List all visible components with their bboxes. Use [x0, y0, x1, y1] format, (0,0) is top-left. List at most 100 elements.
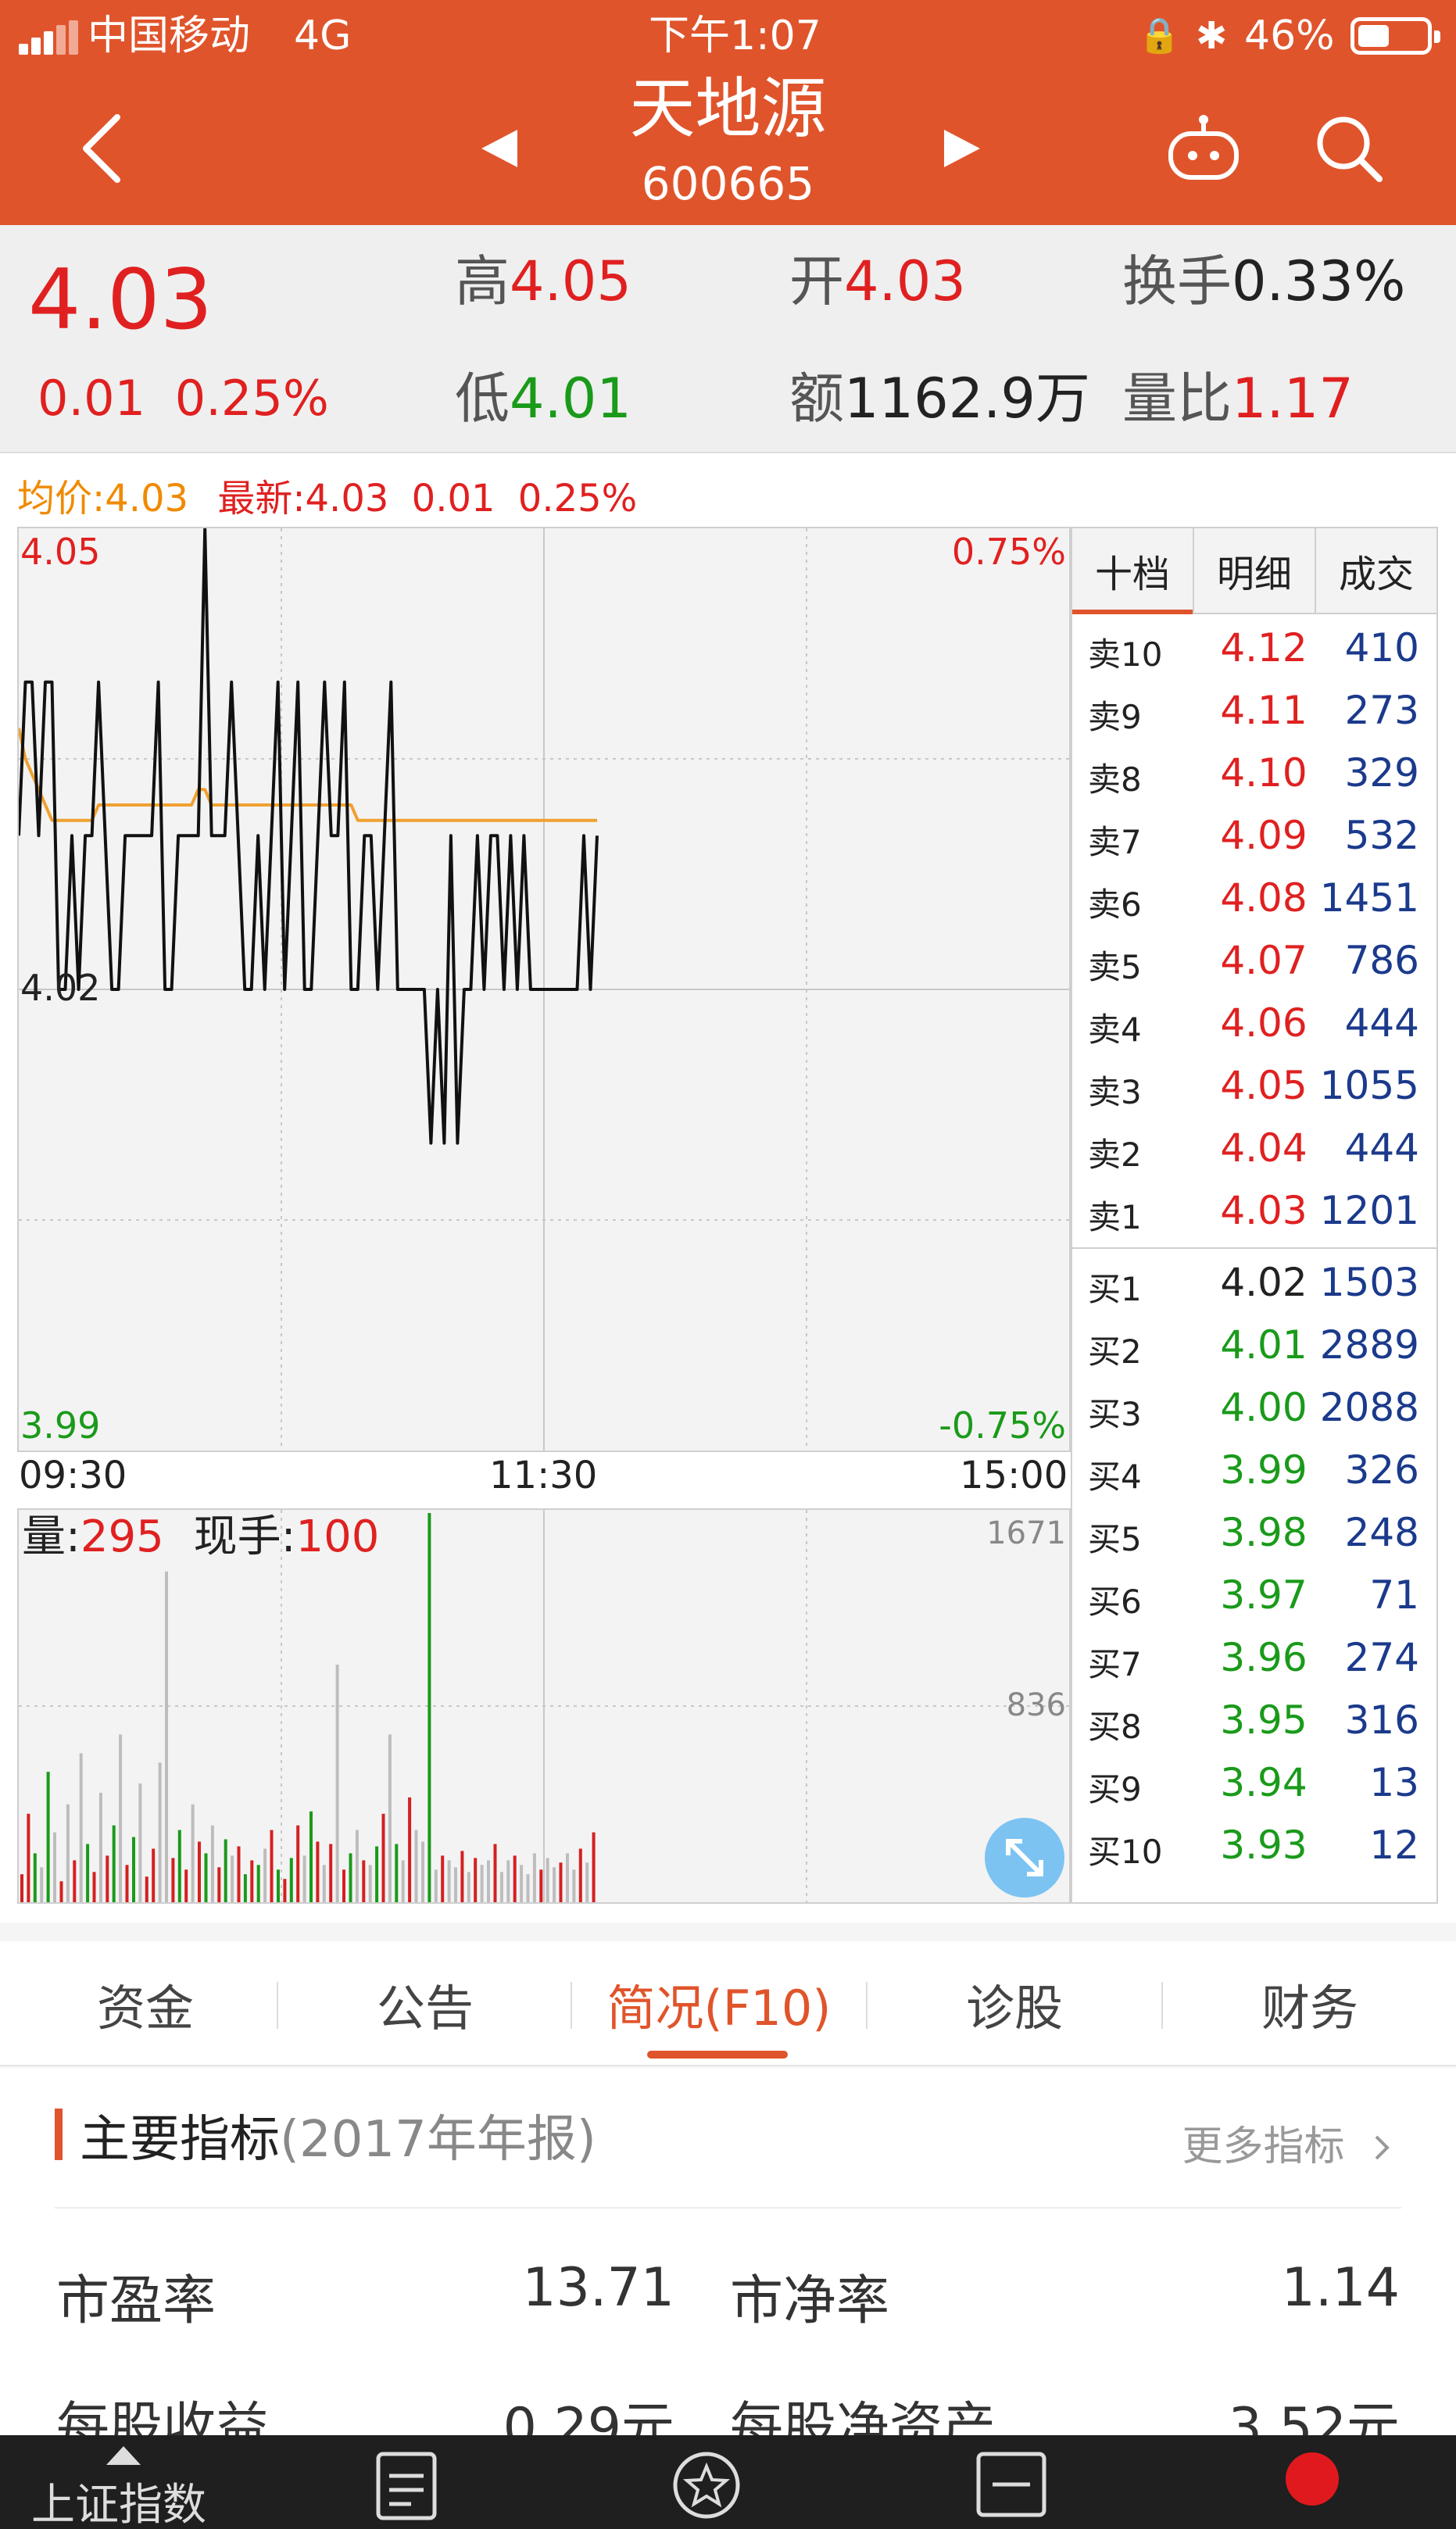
bid-row[interactable]: 买9 3.94 13: [1072, 1755, 1436, 1818]
bid-price: 4.00: [1220, 1385, 1308, 1430]
minus-button[interactable]: [969, 2435, 1055, 2529]
vol-value: 295: [80, 1511, 164, 1562]
ask-row[interactable]: 卖8 4.10 329: [1072, 746, 1436, 808]
open-value: 4.03: [844, 249, 966, 313]
tab-trades[interactable]: 成交: [1316, 528, 1436, 613]
next-stock-button[interactable]: [922, 109, 1000, 188]
tab-ten-levels[interactable]: 十档: [1072, 528, 1194, 614]
volume-bar: [520, 1865, 524, 1902]
bid-price: 3.94: [1220, 1760, 1308, 1805]
detail-tab-bar: 资金 公告 简况(F10) 诊股 财务: [0, 1941, 1456, 2066]
bid-row[interactable]: 买5 3.98 248: [1072, 1505, 1436, 1568]
open-label: 开: [789, 249, 844, 313]
volume-bar: [263, 1848, 267, 1902]
price-plot[interactable]: 4.05 4.02 3.99 0.75% -0.75%: [17, 527, 1071, 1452]
bid-volume: 12: [1369, 1823, 1419, 1868]
volume-plot[interactable]: 量:295 现手:100 1671 836: [17, 1508, 1071, 1904]
tab-diagnosis[interactable]: 诊股: [869, 1941, 1160, 2066]
price-change: 0.01: [38, 370, 146, 427]
volume-bar: [250, 1860, 254, 1902]
volume-readout: 量:295 现手:100: [22, 1511, 379, 1563]
ask-level-label: 卖5: [1088, 948, 1142, 986]
volume-bar: [322, 1865, 326, 1902]
bid-volume: 316: [1344, 1697, 1419, 1743]
robot-icon: [1168, 115, 1239, 180]
bid-level-label: 买3: [1088, 1395, 1142, 1433]
ask-volume: 273: [1344, 688, 1419, 733]
bid-price: 3.99: [1220, 1447, 1308, 1493]
ask-row[interactable]: 卖9 4.11 273: [1072, 683, 1436, 746]
avg-price-value: 4.03: [105, 477, 189, 520]
tab-detail[interactable]: 明细: [1194, 528, 1316, 613]
ask-volume: 444: [1344, 1000, 1419, 1046]
volume-bar: [20, 1874, 23, 1902]
bid-row[interactable]: 买4 3.99 326: [1072, 1443, 1436, 1505]
search-button[interactable]: [1302, 102, 1396, 195]
more-indicators-link[interactable]: 更多指标: [1182, 2113, 1393, 2172]
trade-button[interactable]: [1266, 2435, 1360, 2529]
amount-field: 额1162.9万: [789, 366, 1090, 431]
volume-bar: [46, 1772, 50, 1902]
pb-value: 1.14: [1281, 2257, 1400, 2319]
ask-row[interactable]: 卖4 4.06 444: [1072, 996, 1436, 1058]
volume-bar: [152, 1848, 156, 1902]
time-start-label: 09:30: [19, 1454, 127, 1497]
latest-change-pct: 0.25%: [517, 477, 638, 520]
volume-bar: [66, 1804, 70, 1902]
bid-volume: 2088: [1319, 1385, 1419, 1430]
ask-level-label: 卖4: [1088, 1011, 1142, 1049]
ask-row[interactable]: 卖10 4.12 410: [1072, 621, 1436, 683]
turnover-value: 0.33%: [1232, 249, 1406, 313]
indicators-title: 主要指标: [80, 2111, 280, 2169]
volume-bar: [506, 1860, 510, 1902]
bid-row[interactable]: 买10 3.93 12: [1072, 1818, 1436, 1880]
volume-bar: [355, 1830, 359, 1902]
triangle-right-icon: [944, 130, 980, 167]
tab-announcements[interactable]: 公告: [280, 1941, 571, 2066]
bid-row[interactable]: 买6 3.97 71: [1072, 1568, 1436, 1630]
bid-row[interactable]: 买3 4.00 2088: [1072, 1380, 1436, 1443]
volume-bar: [198, 1841, 201, 1902]
ask-row[interactable]: 卖7 4.09 532: [1072, 808, 1436, 871]
bid-level-label: 买6: [1088, 1583, 1142, 1621]
low-label: 低: [455, 367, 510, 431]
tab-profile-f10[interactable]: 简况(F10): [574, 1941, 864, 2066]
tab-separator: [277, 1982, 278, 2029]
index-ticker-button[interactable]: 上证指数: [31, 2435, 234, 2529]
ask-row[interactable]: 卖2 4.04 444: [1072, 1121, 1436, 1183]
bid-row[interactable]: 买1 4.02 1503: [1072, 1255, 1436, 1318]
order-book: 十档 明细 成交 卖10 4.12 410 卖9 4.11 273 卖8 4.10 329 卖7 4…: [1071, 527, 1438, 1904]
hand-value: 100: [295, 1511, 380, 1562]
volume-bar: [59, 1881, 63, 1902]
robot-assistant-button[interactable]: [1157, 102, 1250, 195]
tab-finance[interactable]: 财务: [1164, 1941, 1455, 2066]
ask-volume: 329: [1344, 750, 1419, 796]
minus-box-icon: [976, 2452, 1046, 2517]
volume-bar: [217, 1867, 221, 1902]
volume-bar: [145, 1876, 148, 1902]
ask-row[interactable]: 卖6 4.08 1451: [1072, 871, 1436, 933]
ask-row[interactable]: 卖5 4.07 786: [1072, 933, 1436, 996]
favorite-button[interactable]: [664, 2435, 750, 2529]
document-button[interactable]: [367, 2435, 445, 2529]
app-header: 中国移动 4G 下午1:07 🔒 ✱ 46% 天地源 600665: [0, 0, 1456, 225]
ask-price: 4.04: [1220, 1125, 1308, 1171]
bluetooth-icon: ✱: [1196, 14, 1228, 58]
high-field: 高4.05: [455, 249, 631, 314]
fullscreen-button[interactable]: [985, 1818, 1064, 1898]
bid-row[interactable]: 买7 3.96 274: [1072, 1630, 1436, 1693]
ask-volume: 1055: [1319, 1063, 1419, 1108]
ask-row[interactable]: 卖3 4.05 1055: [1072, 1058, 1436, 1121]
volume-bar: [316, 1841, 320, 1902]
ask-price: 4.12: [1220, 625, 1308, 671]
ask-price: 4.03: [1220, 1188, 1308, 1233]
volume-bar: [585, 1862, 589, 1902]
bid-volume: 71: [1369, 1572, 1419, 1618]
volume-bar: [53, 1832, 56, 1902]
ask-row[interactable]: 卖1 4.03 1201: [1072, 1183, 1436, 1246]
volume-bar: [79, 1753, 83, 1902]
bid-row[interactable]: 买2 4.01 2889: [1072, 1318, 1436, 1380]
bid-row[interactable]: 买8 3.95 316: [1072, 1693, 1436, 1755]
bid-level-label: 买7: [1088, 1645, 1142, 1683]
tab-funds[interactable]: 资金: [0, 1941, 291, 2066]
